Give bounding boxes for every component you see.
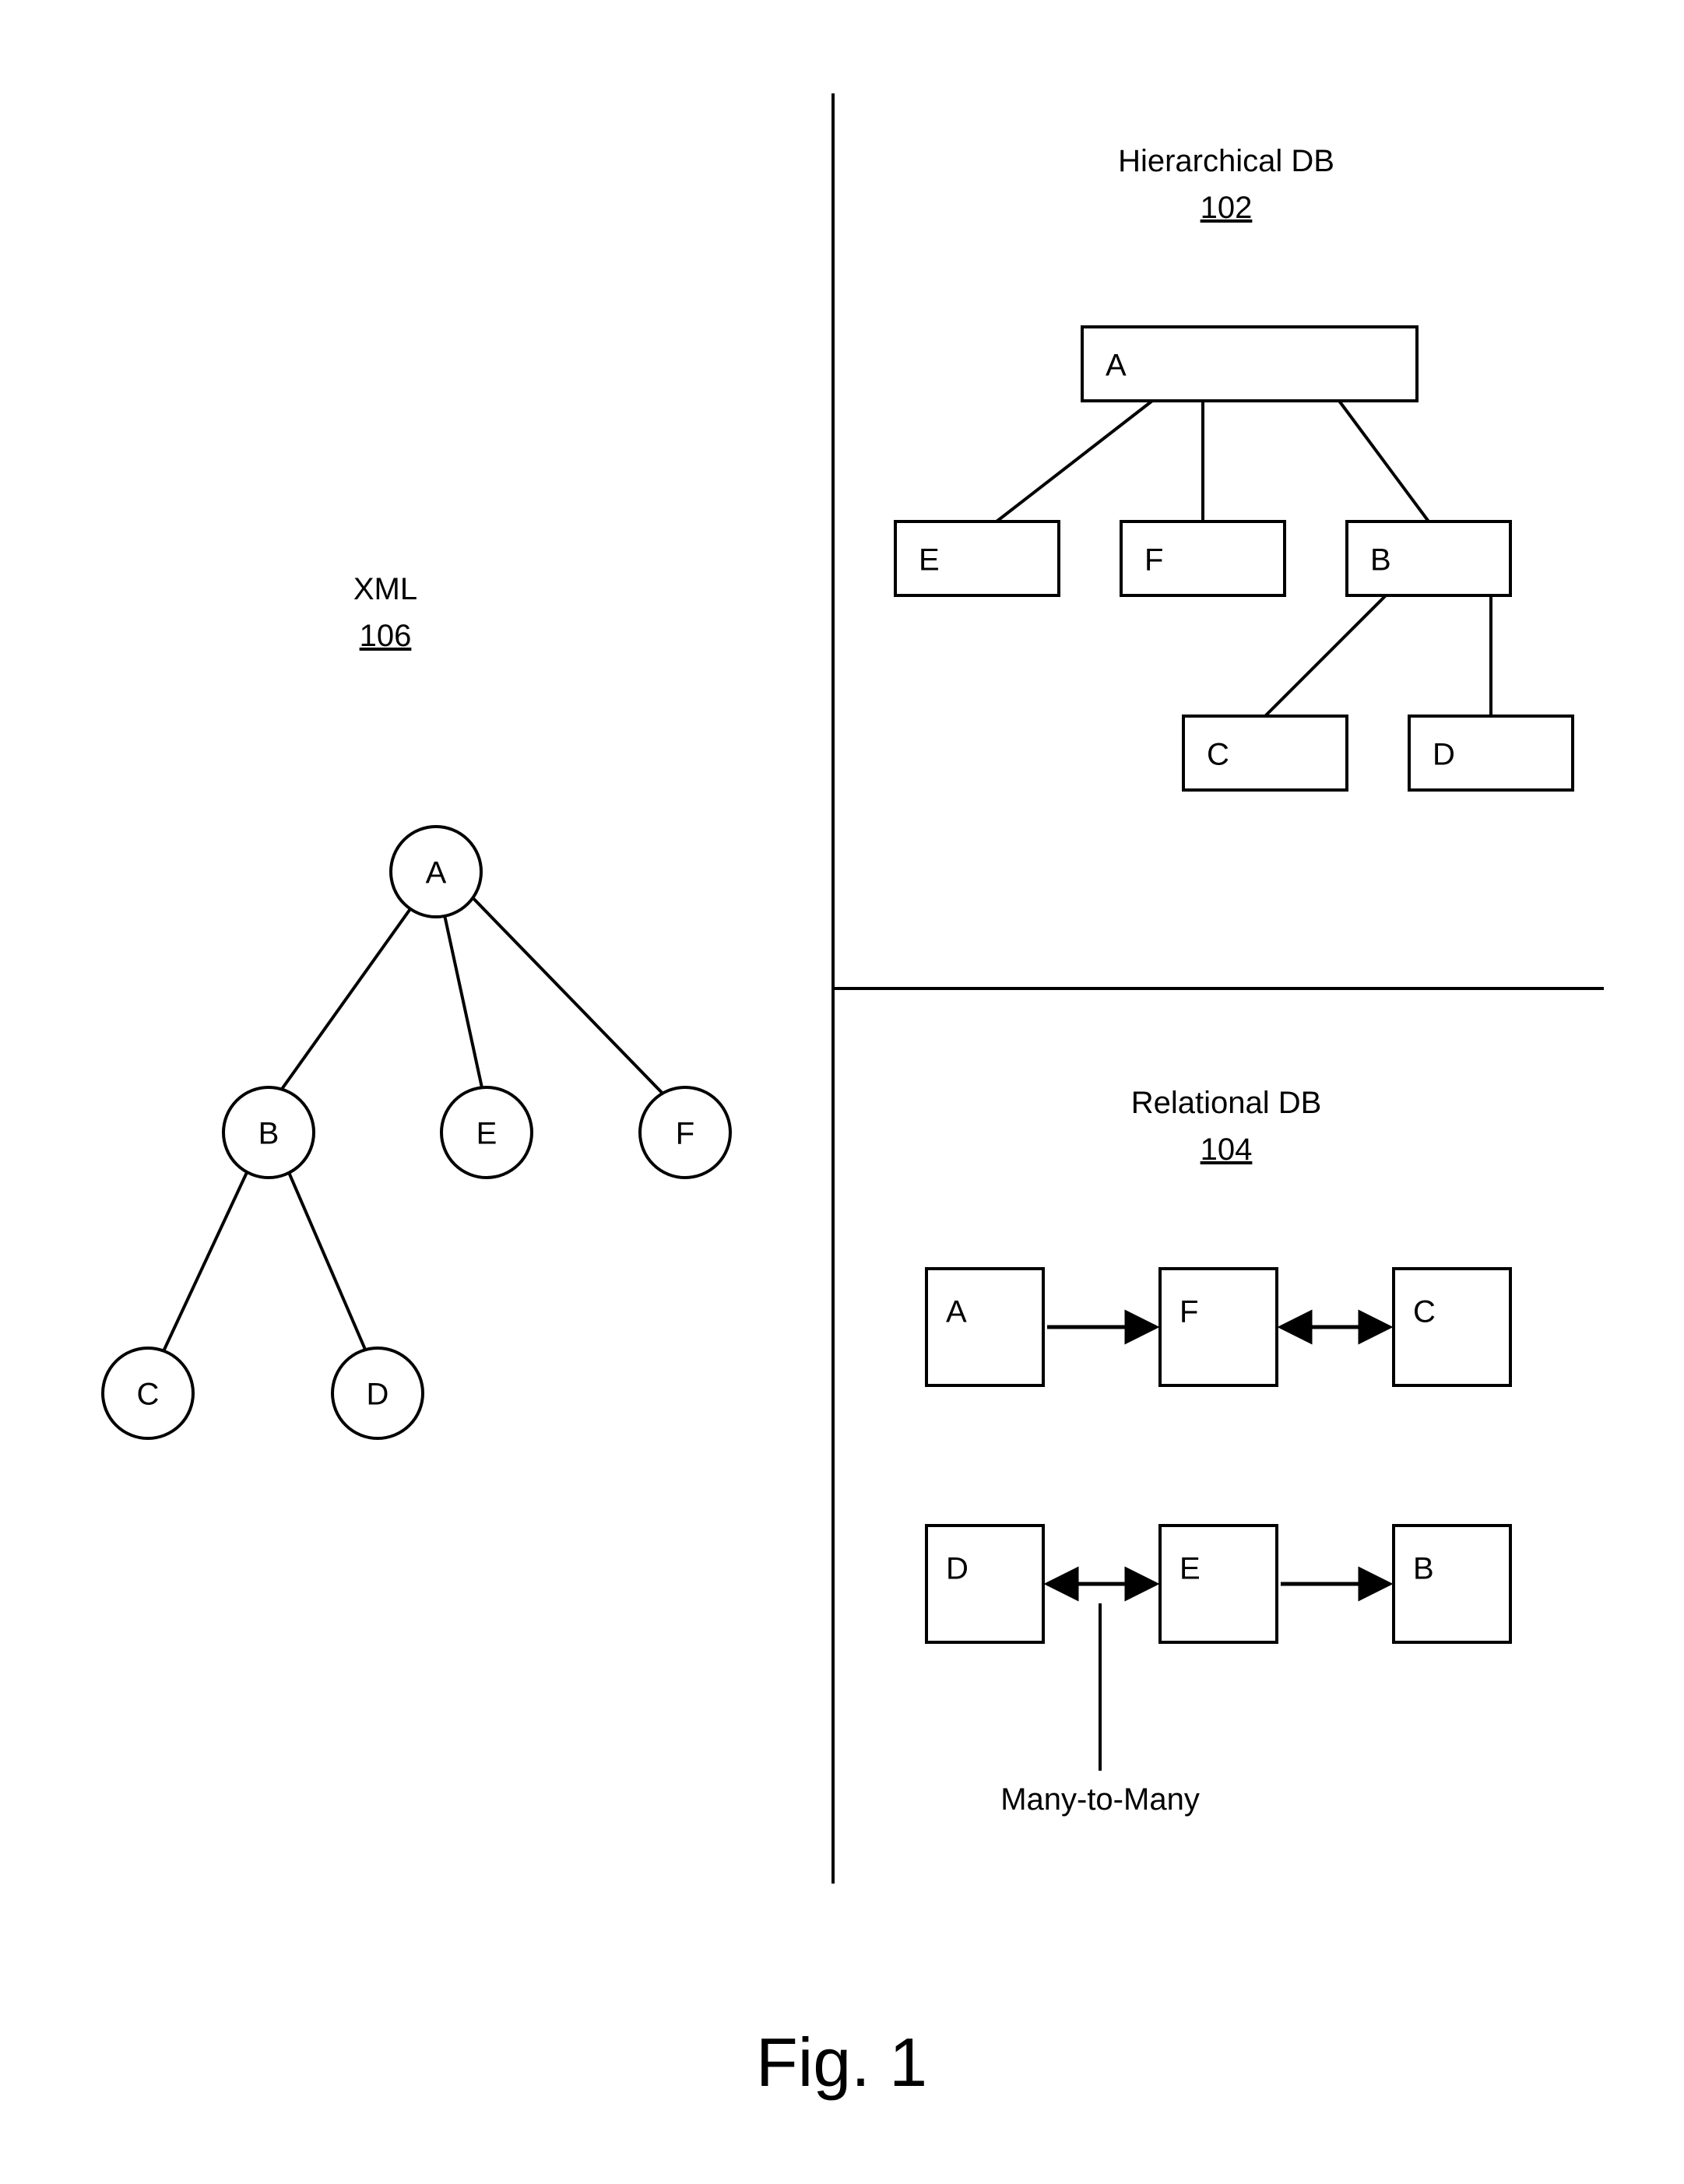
rel-node-f: F — [1180, 1295, 1198, 1329]
hier-node-c: C — [1207, 738, 1229, 772]
hier-node-e: E — [919, 543, 940, 578]
xml-panel: XML 106 A B E F C D — [103, 572, 730, 1438]
hier-node-d: D — [1433, 738, 1455, 772]
figure-label: Fig. 1 — [756, 2024, 927, 2101]
hier-node-b: B — [1370, 543, 1391, 578]
rel-node-e: E — [1180, 1552, 1201, 1586]
figure-1: XML 106 A B E F C D — [0, 0, 1684, 2184]
xml-node-f: F — [676, 1117, 694, 1151]
hier-title: Hierarchical DB — [1118, 144, 1334, 178]
xml-node-c: C — [137, 1378, 160, 1412]
xml-node-e: E — [476, 1117, 497, 1151]
rel-ref: 104 — [1201, 1132, 1253, 1167]
hier-node-a: A — [1106, 349, 1127, 383]
rel-node-a: A — [946, 1295, 967, 1329]
hierarchical-panel: Hierarchical DB 102 A E F — [895, 144, 1573, 790]
hier-ref: 102 — [1201, 191, 1253, 225]
hier-node-f: F — [1144, 543, 1163, 578]
xml-ref: 106 — [360, 619, 412, 653]
rel-node-b: B — [1413, 1552, 1434, 1586]
xml-node-a: A — [426, 856, 447, 890]
xml-node-b: B — [258, 1117, 279, 1151]
relational-panel: Relational DB 104 — [926, 1086, 1510, 1817]
rel-title: Relational DB — [1131, 1086, 1322, 1120]
xml-node-d: D — [367, 1378, 389, 1412]
rel-node-c: C — [1413, 1295, 1436, 1329]
xml-title: XML — [353, 572, 417, 606]
rel-note: Many-to-Many — [1000, 1782, 1200, 1817]
rel-node-d: D — [946, 1552, 969, 1586]
